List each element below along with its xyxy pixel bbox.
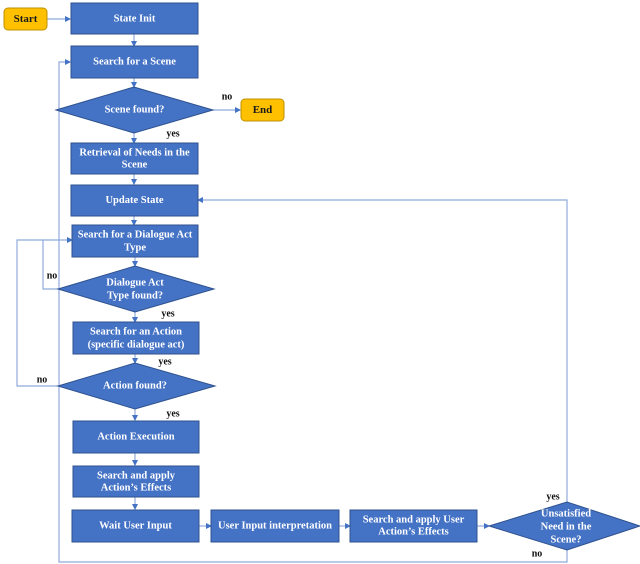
connector-actionfound-no-loop [16, 239, 58, 387]
label-scene-no: no [222, 91, 233, 102]
node-label: Unsatisfied [541, 508, 591, 519]
label-dat-no: no [47, 270, 58, 281]
node-update-state: Update State [70, 184, 199, 217]
node-label: Action found? [103, 380, 167, 391]
node-label: (specific dialogue act) [88, 339, 185, 350]
decision-scene-found: Scene found? [54, 86, 215, 134]
node-apply-action-effects: Search and apply Action’s Effects [72, 465, 200, 498]
label-action-yes: yes [166, 408, 179, 419]
end-label: End [253, 104, 273, 116]
node-label: Scene found? [105, 104, 165, 115]
node-label: Search for a Scene [93, 56, 176, 67]
node-label: Dialogue Act [106, 277, 164, 288]
node-label: State Init [114, 13, 156, 24]
decision-action-found: Action found? [56, 362, 217, 410]
start-label: Start [14, 13, 38, 25]
node-search-action: Search for an Action (specific dialogue … [72, 321, 200, 355]
node-label: Wait User Input [99, 520, 172, 531]
node-label: Update State [105, 195, 163, 206]
node-label: Scene? [551, 534, 582, 545]
node-search-dialogue-act-type: Search for a Dialogue Act Type [71, 224, 199, 258]
node-label: Need in the [541, 521, 592, 532]
node-wait-user-input: Wait User Input [71, 509, 200, 543]
node-label: Search for an Action [90, 326, 182, 337]
node-action-execution: Action Execution [72, 420, 200, 454]
node-label: Search and apply User [363, 514, 465, 525]
start-terminal: Start [3, 7, 48, 31]
label-unsat-no: no [532, 548, 543, 559]
flowchart: Start End State Init Search for a Scene … [3, 2, 640, 563]
label-dat-yes: yes [161, 308, 174, 319]
node-label: Search and apply [97, 470, 176, 481]
node-label: User Input interpretation [218, 520, 332, 531]
end-terminal: End [240, 98, 285, 122]
label-action-no: no [37, 374, 48, 385]
node-label: Retrieval of Needs in the [79, 147, 190, 158]
connector-unsat-yes-update [197, 197, 568, 502]
label-action-yes-top: yes [158, 356, 171, 367]
node-label: Type [124, 242, 146, 253]
decision-unsatisfied-need: Unsatisfied Need in the Scene? [487, 501, 640, 551]
node-apply-user-action-effects: Search and apply User Action’s Effects [349, 509, 478, 543]
connector-datfound-no-loop [42, 237, 73, 290]
node-retrieval-needs: Retrieval of Needs in the Scene [70, 142, 199, 175]
node-label: Search for a Dialogue Act [78, 229, 193, 240]
node-label: Action’s Effects [378, 526, 448, 537]
decision-dat-found: Dialogue Act Type found? [56, 265, 216, 313]
node-state-init: State Init [70, 2, 199, 35]
node-user-input-interpretation: User Input interpretation [210, 509, 340, 543]
node-label: Type found? [107, 290, 163, 301]
label-unsat-yes: yes [546, 491, 559, 502]
node-search-scene: Search for a Scene [70, 45, 199, 79]
node-label: Action’s Effects [101, 482, 171, 493]
node-label: Action Execution [97, 431, 174, 442]
label-scene-yes: yes [166, 128, 179, 139]
node-label: Scene [122, 159, 148, 170]
